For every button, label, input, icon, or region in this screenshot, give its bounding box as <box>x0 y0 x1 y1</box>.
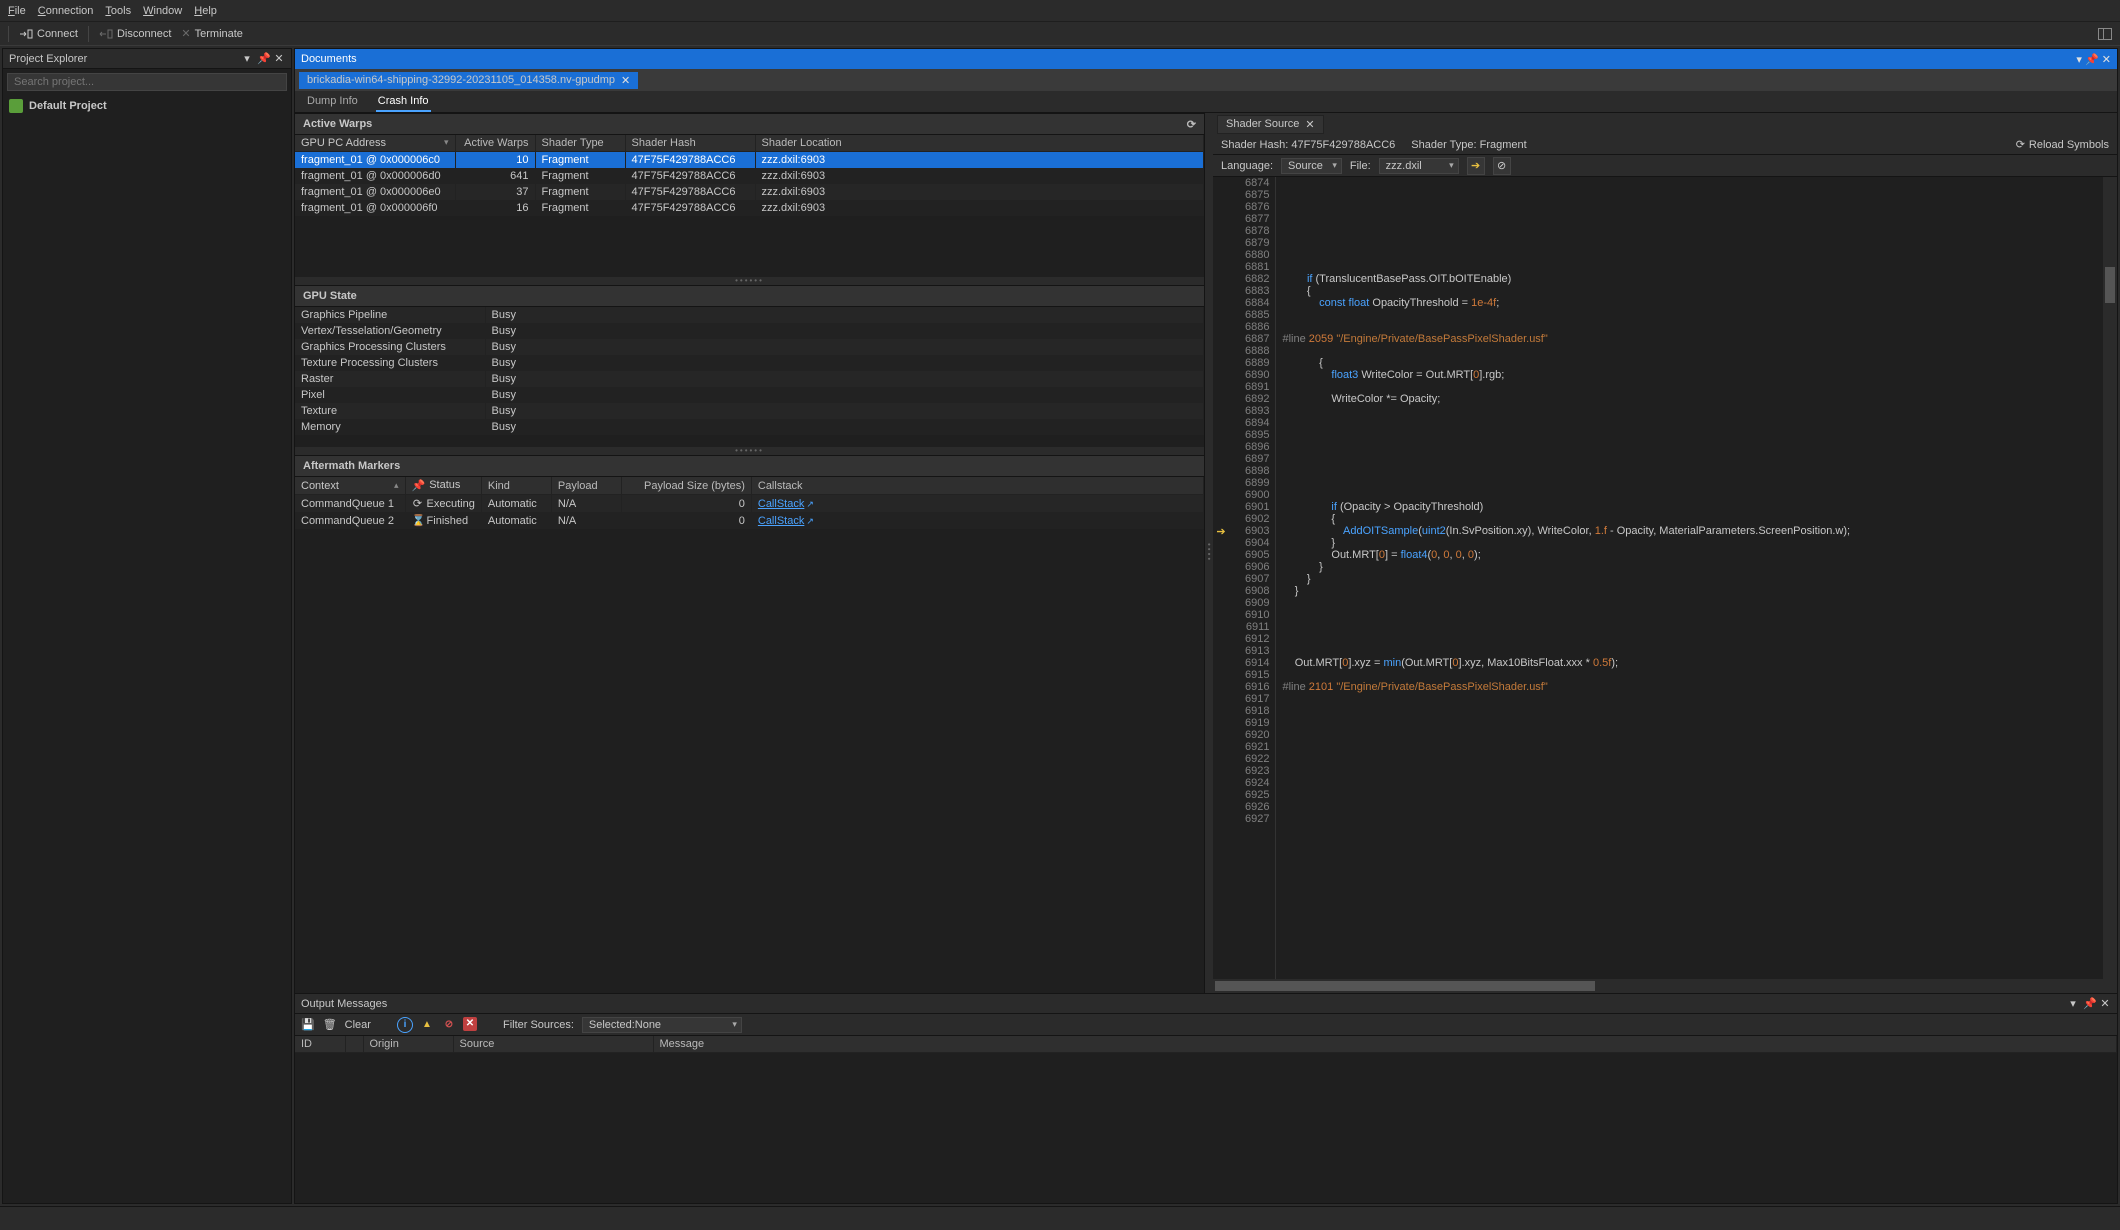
docs-minimize-icon[interactable]: ▾ <box>2076 54 2082 66</box>
project-explorer-title: Project Explorer ▾ 📌 ✕ <box>3 49 291 69</box>
filter-fatal-icon[interactable]: ✕ <box>463 1017 477 1031</box>
table-row[interactable]: fragment_01 @ 0x000006e037Fragment47F75F… <box>295 184 1204 200</box>
document-tab[interactable]: brickadia-win64-shipping-32992-20231105_… <box>299 72 638 89</box>
table-row: RasterBusy <box>295 371 1204 387</box>
table-row[interactable]: fragment_01 @ 0x000006c010Fragment47F75F… <box>295 152 1204 169</box>
tab-close-icon[interactable]: ✕ <box>621 74 630 87</box>
clear-button[interactable]: Clear <box>345 1019 371 1031</box>
disconnect-icon <box>99 28 113 40</box>
shader-source-tab[interactable]: Shader Source ✕ <box>1217 115 1324 134</box>
menu-bar: File Connection Tools Window Help <box>0 0 2120 22</box>
panel-minimize-icon[interactable]: ▾ <box>241 52 253 65</box>
table-row[interactable]: fragment_01 @ 0x000006d0641Fragment47F75… <box>295 168 1204 184</box>
sort-icon[interactable]: ▴ <box>394 480 399 491</box>
gpu-state-header: GPU State <box>295 285 1204 307</box>
panel-pin-icon[interactable]: 📌 <box>2083 997 2095 1010</box>
document-tabstrip: brickadia-win64-shipping-32992-20231105_… <box>295 69 2117 91</box>
aftermath-markers-table: Context▴ 📌Status Kind Payload Payload Si… <box>295 477 1204 529</box>
active-warps-header: Active Warps ⟳ <box>295 113 1204 135</box>
panel-minimize-icon[interactable]: ▾ <box>2067 997 2079 1010</box>
output-title: Output Messages ▾ 📌 ✕ <box>295 994 2117 1014</box>
search-input[interactable] <box>7 73 287 91</box>
goto-button[interactable]: ➔ <box>1467 157 1485 175</box>
reload-icon: ⟳ <box>2016 138 2025 151</box>
menu-file[interactable]: File <box>8 5 26 17</box>
scrollbar-horizontal[interactable] <box>1213 979 2117 993</box>
language-dropdown[interactable]: Source <box>1281 158 1342 174</box>
project-icon <box>9 99 23 113</box>
vertical-splitter[interactable]: •••• <box>1205 113 1213 993</box>
layout-icon[interactable] <box>2098 28 2112 40</box>
table-row[interactable]: CommandQueue 2⌛ FinishedAutomaticN/A0Cal… <box>295 512 1204 529</box>
pin-icon[interactable]: 📌 <box>412 479 426 492</box>
cancel-button[interactable]: ⊘ <box>1493 157 1511 175</box>
splitter[interactable]: •••••• <box>295 277 1204 285</box>
table-row[interactable]: CommandQueue 1⟳ ExecutingAutomaticN/A0Ca… <box>295 495 1204 513</box>
docs-close-icon[interactable]: ✕ <box>2102 54 2111 66</box>
menu-connection[interactable]: Connection <box>38 5 94 17</box>
menu-help[interactable]: Help <box>194 5 217 17</box>
tab-dump-info[interactable]: Dump Info <box>305 91 360 112</box>
table-row: Vertex/Tesselation/GeometryBusy <box>295 323 1204 339</box>
active-warps-table: GPU PC Address▾ Active Warps Shader Type… <box>295 135 1204 216</box>
project-root[interactable]: Default Project <box>9 99 285 113</box>
table-row: TextureBusy <box>295 403 1204 419</box>
save-icon[interactable]: 💾 <box>301 1018 315 1031</box>
table-row: PixelBusy <box>295 387 1204 403</box>
callstack-link[interactable]: CallStack <box>758 498 804 510</box>
documents-panel: Documents ▾ 📌 ✕ brickadia-win64-shipping… <box>294 48 2118 1204</box>
table-row[interactable]: fragment_01 @ 0x000006f016Fragment47F75F… <box>295 200 1204 216</box>
panel-pin-icon[interactable]: 📌 <box>257 52 269 65</box>
disconnect-button: Disconnect <box>99 28 171 40</box>
shader-source-panel: Shader Source ✕ Shader Hash: 47F75F42978… <box>1213 113 2117 993</box>
project-explorer-panel: Project Explorer ▾ 📌 ✕ Default Project <box>2 48 292 1204</box>
callstack-link[interactable]: CallStack <box>758 515 804 527</box>
splitter[interactable]: •••••• <box>295 447 1204 455</box>
connect-icon <box>19 28 33 40</box>
table-row: MemoryBusy <box>295 419 1204 435</box>
menu-window[interactable]: Window <box>143 5 182 17</box>
scrollbar-vertical[interactable] <box>2103 177 2117 979</box>
status-bar <box>0 1206 2120 1228</box>
sort-icon[interactable]: ▾ <box>444 137 449 148</box>
tab-crash-info[interactable]: Crash Info <box>376 91 431 112</box>
refresh-icon[interactable]: ⟳ <box>1187 118 1196 131</box>
aftermath-markers-header: Aftermath Markers <box>295 455 1204 477</box>
menu-tools[interactable]: Tools <box>105 5 131 17</box>
filter-warn-icon[interactable]: ▲ <box>419 1017 435 1033</box>
main-toolbar: Connect Disconnect ✕ Terminate <box>0 22 2120 46</box>
gpu-state-table: Graphics PipelineBusyVertex/Tesselation/… <box>295 307 1204 435</box>
filter-error-icon[interactable]: ⊘ <box>441 1017 457 1033</box>
terminate-button: ✕ Terminate <box>181 27 243 40</box>
documents-header: Documents ▾ 📌 ✕ <box>295 49 2117 69</box>
filter-info-icon[interactable]: i <box>397 1017 413 1033</box>
output-messages-table: ID Origin Source Message <box>295 1036 2117 1053</box>
docs-pin-icon[interactable]: 📌 <box>2085 54 2099 66</box>
delete-icon[interactable]: 🗑 <box>323 1018 337 1031</box>
table-row: Graphics PipelineBusy <box>295 307 1204 323</box>
code-editor[interactable]: ➔ 6874 6875 6876 6877 6878 6879 6880 688… <box>1213 177 2117 979</box>
tab-close-icon[interactable]: ✕ <box>1305 118 1314 131</box>
output-messages-panel: Output Messages ▾ 📌 ✕ 💾 🗑 Clear i ▲ ⊘ ✕ <box>295 993 2117 1203</box>
filter-sources-dropdown[interactable]: Selected:None <box>582 1017 742 1033</box>
table-row: Graphics Processing ClustersBusy <box>295 339 1204 355</box>
reload-symbols-button[interactable]: ⟳ Reload Symbols <box>2016 138 2109 151</box>
document-subtabs: Dump Info Crash Info <box>295 91 2117 113</box>
panel-close-icon[interactable]: ✕ <box>2099 997 2111 1010</box>
crash-left-column: Active Warps ⟳ GPU PC Address▾ Active Wa… <box>295 113 1205 993</box>
table-row: Texture Processing ClustersBusy <box>295 355 1204 371</box>
panel-close-icon[interactable]: ✕ <box>273 52 285 65</box>
terminate-icon: ✕ <box>181 27 190 40</box>
file-dropdown[interactable]: zzz.dxil <box>1379 158 1459 174</box>
connect-button[interactable]: Connect <box>19 28 78 40</box>
